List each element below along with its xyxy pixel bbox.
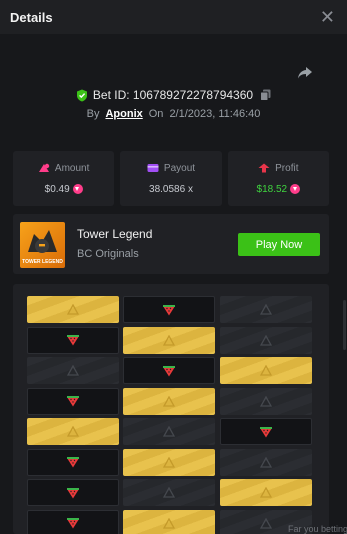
watermelon-icon [67, 518, 79, 529]
watermelon-icon [67, 457, 79, 468]
tile-melon [27, 448, 119, 476]
bet-datetime: 2/1/2023, 11:46:40 [169, 108, 261, 120]
tile-hidden [123, 418, 215, 445]
triangle-icon [67, 426, 79, 437]
tile-hidden [220, 296, 312, 323]
payout-value: 38.0586 x [149, 183, 193, 195]
amount-card: Amount $0.49 [13, 151, 115, 206]
triangle-icon [260, 487, 272, 498]
scrollbar[interactable] [343, 300, 346, 350]
bet-id-text: Bet ID: 106789272278794360 [92, 88, 254, 102]
stats-row: Amount $0.49 Payout 38.0586 x Profit $18… [13, 151, 329, 206]
triangle-icon [260, 304, 272, 315]
watermelon-icon [67, 487, 79, 498]
triangle-icon [67, 365, 79, 376]
watermelon-icon [67, 335, 79, 346]
play-now-button[interactable]: Play Now [238, 233, 320, 256]
verified-shield-icon [76, 89, 87, 101]
tile-melon [27, 479, 119, 506]
profit-icon [258, 163, 270, 173]
tile-melon [123, 357, 215, 384]
game-board [13, 284, 329, 534]
triangle-icon [67, 304, 79, 315]
triangle-icon [260, 456, 272, 468]
by-label: By [86, 108, 100, 120]
triangle-icon [163, 487, 175, 498]
tile-gold [220, 357, 312, 384]
tile-hidden [220, 387, 312, 415]
share-icon[interactable] [297, 66, 313, 80]
profit-card: Profit $18.52 [227, 151, 329, 206]
tile-gold [123, 387, 215, 415]
tile-gold [123, 509, 215, 534]
tile-gold [123, 448, 215, 476]
tile-hidden [123, 479, 215, 506]
tile-melon [123, 296, 215, 323]
tile-hidden [27, 357, 119, 384]
bet-meta-row: By Aponix On 2/1/2023, 11:46:40 [0, 108, 347, 120]
tile-melon [220, 418, 312, 445]
watermelon-icon [67, 396, 79, 407]
tile-gold [27, 296, 119, 323]
triangle-icon [163, 334, 175, 346]
profit-label: Profit [275, 162, 299, 174]
payout-icon [147, 164, 159, 172]
tile-melon [27, 326, 119, 354]
triangle-icon [163, 395, 175, 407]
profit-value: $18.52 [256, 183, 288, 195]
watermelon-icon [163, 365, 175, 376]
tile-hidden [220, 326, 312, 354]
triangle-icon [163, 426, 175, 437]
amount-value: $0.49 [44, 183, 70, 195]
triangle-icon [163, 517, 175, 529]
on-label: On [148, 108, 164, 120]
amount-label: Amount [54, 162, 90, 174]
game-name: Tower Legend [77, 227, 153, 241]
amount-icon [38, 163, 50, 172]
triangle-icon [260, 517, 272, 529]
watermelon-icon [260, 426, 272, 437]
game-provider: BC Originals [77, 248, 139, 260]
bet-id-row: Bet ID: 106789272278794360 [0, 88, 347, 102]
coin-icon [290, 184, 301, 194]
coin-icon [72, 184, 83, 194]
copy-icon[interactable] [260, 89, 271, 101]
payout-card: Payout 38.0586 x [120, 151, 222, 206]
game-thumbnail[interactable]: TOWER LEGEND [20, 222, 65, 268]
tile-melon [27, 509, 119, 534]
tile-melon [27, 387, 119, 415]
tile-gold [27, 418, 119, 445]
tile-gold [123, 326, 215, 354]
username-link[interactable]: Aponix [105, 108, 142, 120]
triangle-icon [260, 365, 272, 376]
details-title: Details [10, 9, 53, 25]
triangle-icon [260, 334, 272, 346]
tile-gold [220, 479, 312, 506]
triangle-icon [163, 456, 175, 468]
game-card: TOWER LEGEND Tower Legend BC Originals P… [13, 214, 329, 274]
details-header: Details ✕ [0, 0, 347, 34]
triangle-icon [260, 395, 272, 407]
tile-hidden [220, 448, 312, 476]
payout-label: Payout [163, 162, 196, 174]
game-thumbnail-text: TOWER LEGEND [22, 259, 63, 265]
footer-partial-text: Far you betting [288, 524, 347, 534]
watermelon-icon [163, 304, 175, 315]
close-icon[interactable]: ✕ [320, 8, 335, 26]
